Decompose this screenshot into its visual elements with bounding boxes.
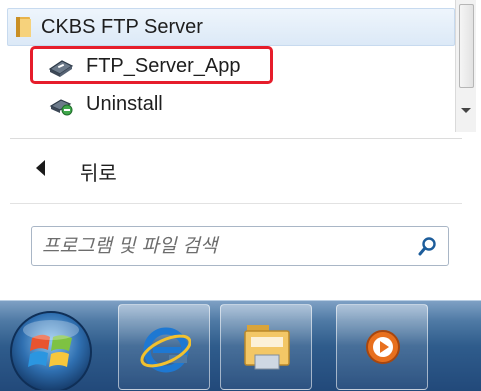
folder-icon (16, 17, 31, 37)
folder-ckbs-ftp-server[interactable]: CKBS FTP Server (7, 8, 455, 46)
app-icon (48, 60, 74, 77)
scroll-thumb[interactable] (459, 4, 474, 88)
taskbar-file-explorer[interactable] (220, 304, 312, 390)
uninstall-icon (49, 99, 73, 116)
menu-item-uninstall[interactable]: Uninstall (34, 88, 454, 122)
menu-item-label: Uninstall (86, 93, 163, 115)
search-box[interactable] (31, 226, 449, 266)
divider (10, 203, 462, 204)
back-button[interactable]: 뒤로 (10, 150, 450, 190)
back-label: 뒤로 (80, 163, 117, 185)
program-list: CKBS FTP Server FTP_Server_App Uninstall (0, 0, 476, 132)
search-icon[interactable] (418, 236, 438, 256)
windows-orb-icon[interactable] (6, 306, 96, 390)
taskbar-media-player[interactable] (336, 304, 428, 390)
scrollbar[interactable] (455, 0, 476, 132)
menu-item-label: FTP_Server_App (86, 55, 241, 77)
search-input[interactable] (32, 227, 402, 265)
start-menu: CKBS FTP Server FTP_Server_App Uninstall (0, 0, 481, 300)
scroll-down-icon[interactable] (461, 108, 471, 113)
file-explorer-icon (244, 325, 290, 370)
back-arrow-icon (36, 160, 45, 176)
divider (10, 138, 462, 139)
taskbar-internet-explorer[interactable] (118, 304, 210, 390)
menu-item-ftp-server-app[interactable]: FTP_Server_App (34, 50, 454, 84)
folder-label: CKBS FTP Server (41, 16, 203, 38)
media-player-icon (366, 330, 400, 364)
internet-explorer-icon (140, 327, 191, 373)
